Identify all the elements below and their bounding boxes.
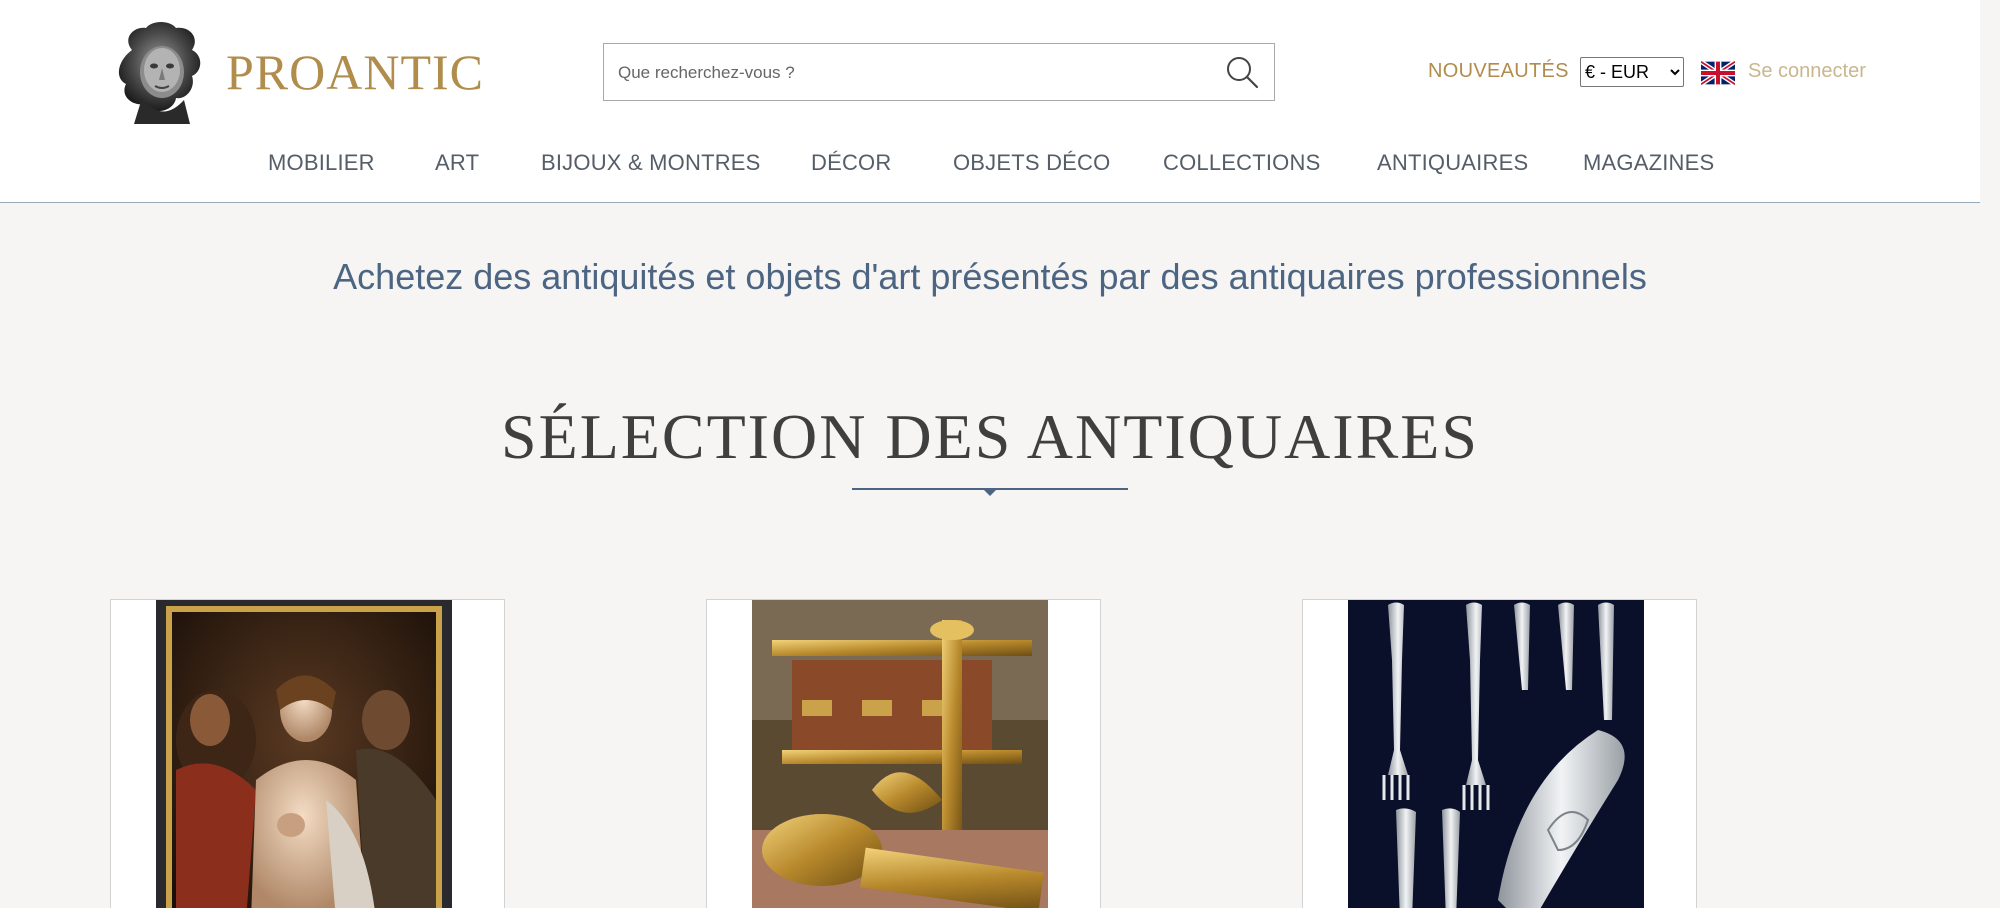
nav-item-mobilier[interactable]: MOBILIER <box>268 150 375 176</box>
title-divider <box>852 488 1128 496</box>
main-nav: MOBILIER ART BIJOUX & MONTRES DÉCOR OBJE… <box>0 150 1980 180</box>
search-icon[interactable] <box>1224 54 1260 90</box>
page: PROANTIC NOUVEAUTÉS € - EUR Se connecter… <box>0 0 1980 908</box>
site-header: PROANTIC NOUVEAUTÉS € - EUR Se connecter… <box>0 0 1980 203</box>
nav-item-magazines[interactable]: MAGAZINES <box>1583 150 1714 176</box>
product-card-silver-cutlery[interactable] <box>1302 599 1697 908</box>
product-image[interactable] <box>1348 600 1644 908</box>
nav-item-art[interactable]: ART <box>435 150 479 176</box>
search-box <box>603 43 1275 102</box>
nouveautes-link[interactable]: NOUVEAUTÉS <box>1428 60 1569 83</box>
nav-item-objets-deco[interactable]: OBJETS DÉCO <box>953 150 1110 176</box>
nav-item-collections[interactable]: COLLECTIONS <box>1163 150 1320 176</box>
product-image[interactable] <box>752 600 1048 908</box>
logo-text: PROANTIC <box>226 44 485 100</box>
bust-logo-icon <box>118 22 201 124</box>
product-card-painting[interactable] <box>110 599 505 908</box>
nav-item-bijoux-montres[interactable]: BIJOUX & MONTRES <box>541 150 761 176</box>
login-link[interactable]: Se connecter <box>1748 60 1866 83</box>
logo[interactable]: PROANTIC <box>112 20 484 124</box>
search-input[interactable] <box>616 44 1210 102</box>
product-card-candlestick[interactable] <box>706 599 1101 908</box>
tagline: Achetez des antiquités et objets d'art p… <box>333 256 1647 297</box>
nav-item-decor[interactable]: DÉCOR <box>811 150 891 176</box>
section-title: SÉLECTION DES ANTIQUAIRES <box>501 401 1479 472</box>
uk-flag-icon[interactable] <box>1701 60 1735 86</box>
currency-select[interactable]: € - EUR <box>1580 57 1684 87</box>
product-image[interactable] <box>156 600 452 908</box>
nav-item-antiquaires[interactable]: ANTIQUAIRES <box>1377 150 1528 176</box>
